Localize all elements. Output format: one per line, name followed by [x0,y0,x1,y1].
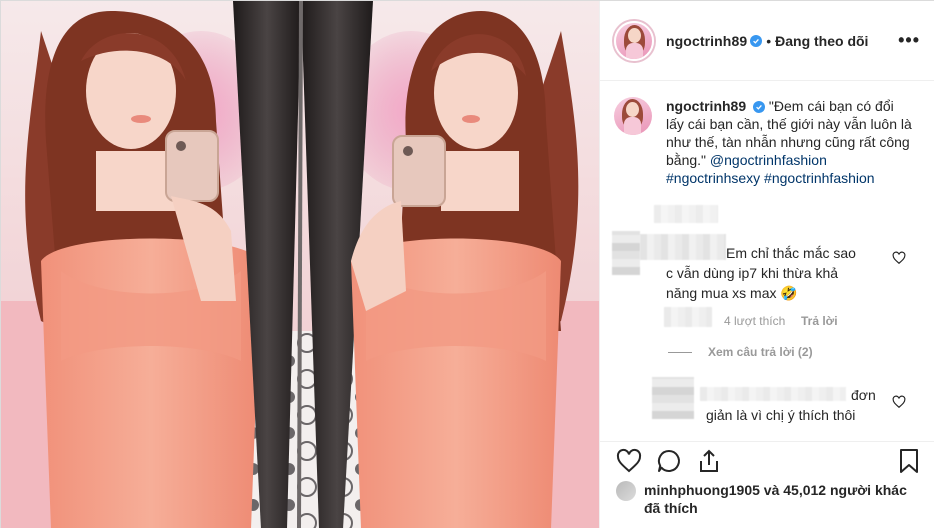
post-header: ngoctrinh89 • Đang theo dõi ••• [600,1,934,81]
view-replies-line [668,351,692,353]
verified-badge-icon [753,101,766,114]
heart-icon[interactable] [616,448,642,474]
action-bar [600,441,934,481]
comment-reply-link[interactable]: Trả lời [801,314,838,328]
likes-line2: đã thích [644,500,698,516]
censored-reply-avatar [652,377,694,419]
caption-username[interactable]: ngoctrinh89 [666,98,746,114]
follow-status-button[interactable]: Đang theo dõi [775,33,868,49]
post-photo[interactable] [1,1,599,528]
censored-reply-name [700,387,846,401]
censored-block [664,307,712,327]
reply-like-heart-icon[interactable] [892,395,906,409]
mirror-selfie-illustration [1,1,599,528]
more-options-icon[interactable]: ••• [898,31,920,49]
author-username[interactable]: ngoctrinh89 [666,33,747,49]
reply-text-line1: đơn [851,387,876,403]
comment-like-heart-icon[interactable] [892,251,906,265]
liker-avatar[interactable] [616,481,636,501]
view-replies-label[interactable]: Xem câu trả lời (2) [708,345,813,359]
comment-like-count[interactable]: 4 lượt thích [724,314,785,328]
likes-summary: minhphuong1905 và 45,012 người khác đã t… [616,481,926,517]
liker-username[interactable]: minhphuong1905 [644,482,760,498]
caption-text: ngoctrinh89 "Đem cái bạn có đổi lấy cái … [666,97,914,187]
post-panel: ngoctrinh89 • Đang theo dõi ••• ngoctrin… [599,1,934,528]
comment-icon[interactable] [656,448,682,474]
caption: ngoctrinh89 "Đem cái bạn có đổi lấy cái … [614,97,914,187]
verified-badge-icon [750,34,763,47]
instagram-post: ngoctrinh89 • Đang theo dõi ••• ngoctrin… [0,0,934,528]
caption-hashtags[interactable]: #ngoctrinhsexy #ngoctrinhfashion [666,170,875,186]
censored-commenter-avatar [612,231,640,275]
bookmark-icon[interactable] [896,448,922,474]
caption-avatar[interactable] [614,97,652,135]
view-replies-link[interactable]: Xem câu trả lời (2) [668,345,813,359]
caption-mention-link[interactable]: @ngoctrinhfashion [710,152,827,168]
author-avatar[interactable] [614,20,654,61]
separator-dot: • [766,32,772,49]
censored-block [654,205,718,223]
comment-text: Em chỉ thắc mắc sao c vẫn dùng ip7 khi t… [666,245,856,301]
likes-count[interactable]: và 45,012 người khác [764,482,907,498]
share-icon[interactable] [696,448,722,474]
reply-text-line2: giản là vì chị ý thích thôi [706,407,856,423]
comments-section: ngoctrinh89 "Đem cái bạn có đổi lấy cái … [600,81,934,441]
